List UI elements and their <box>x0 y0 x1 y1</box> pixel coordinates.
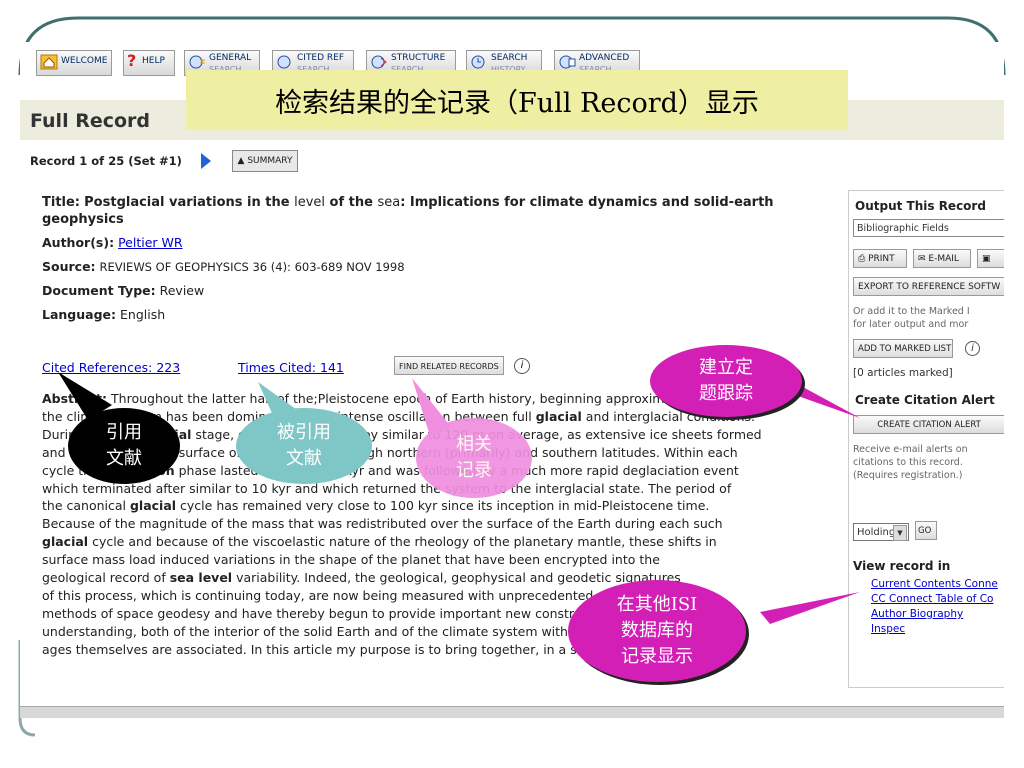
callout-pointers <box>58 372 860 624</box>
callout-other-databases: 在其他ISI 数据库的 记录显示 <box>568 580 746 682</box>
callout-related-records: 相关 记录 <box>416 418 532 498</box>
callout-citation-alert: 建立定 题跟踪 <box>650 345 802 417</box>
callout-cited-references: 引用 文献 <box>68 408 180 484</box>
callout-times-cited: 被引用 文献 <box>236 408 372 484</box>
